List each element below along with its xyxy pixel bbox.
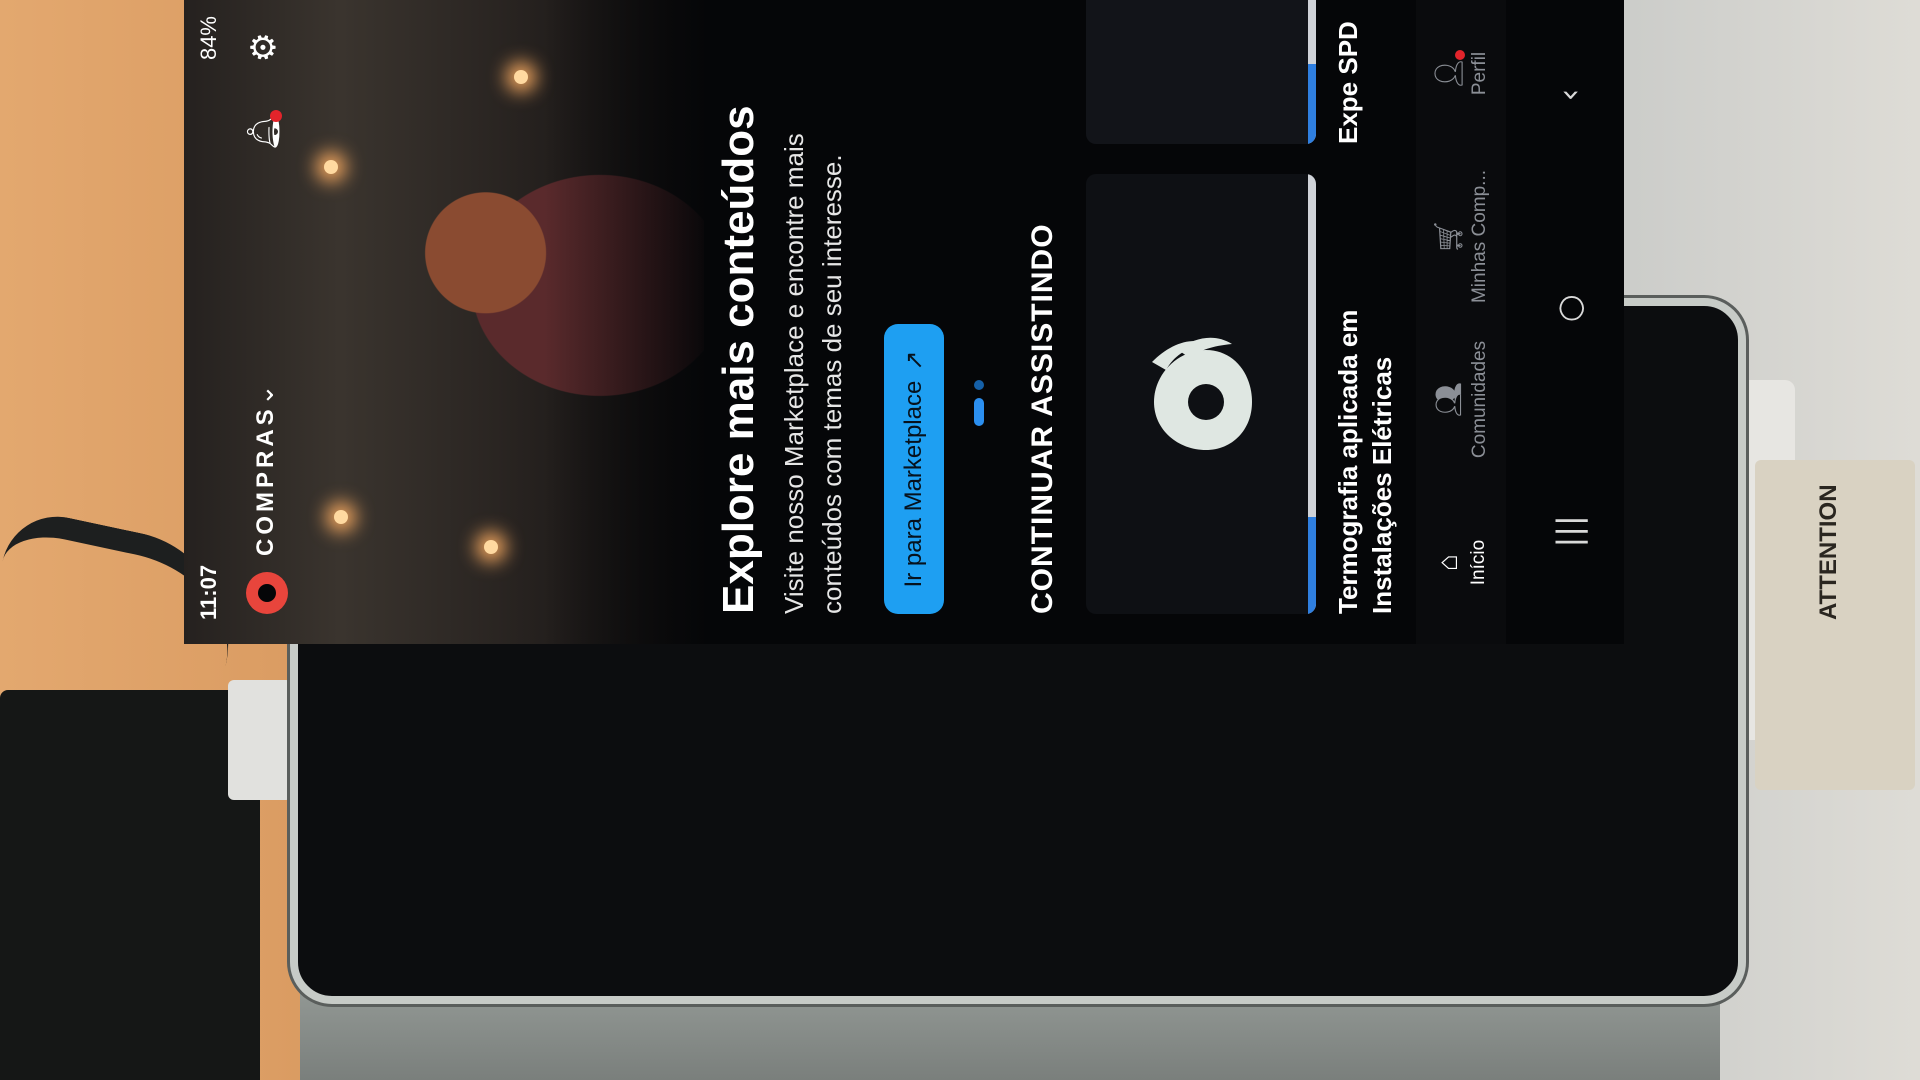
phone-holder-clamp — [228, 680, 292, 800]
nav-item-inicio[interactable]: ⌂ Início — [1432, 488, 1490, 638]
nav-item-label: Início — [1468, 539, 1489, 586]
hero-light — [484, 540, 498, 554]
background-camera — [0, 690, 260, 1080]
video-card[interactable] — [1086, 0, 1316, 144]
nav-item-minhas-compras[interactable]: 🛒︎ Minhas Comp... — [1432, 162, 1491, 312]
video-card[interactable] — [1086, 174, 1316, 614]
banner-description: Visite nosso Marketplace e encontre mais… — [779, 133, 847, 614]
home-circle-icon[interactable]: ○ — [1550, 294, 1588, 322]
profile-badge — [1454, 49, 1465, 60]
external-link-icon: ↗ — [900, 350, 928, 371]
hero-light — [334, 510, 348, 524]
nav-item-comunidades[interactable]: 👥︎ Comunidades — [1432, 325, 1491, 475]
nav-item-label: Comunidades — [1468, 340, 1490, 459]
video-title[interactable]: Expe SPD — [1332, 0, 1416, 144]
notification-dot — [270, 110, 282, 122]
status-bar: 11:07 84% — [184, 0, 234, 644]
phone-screen: 11:07 84% COMPRAS ⌄ 🔔︎ ⚙ Explore mais co… — [184, 0, 1624, 644]
profile-icon: 👤︎ — [1432, 49, 1465, 91]
video-progress-fill — [1308, 64, 1316, 144]
recents-icon[interactable]: ||| — [1550, 515, 1588, 547]
banner-title: Explore mais conteúdos — [714, 105, 763, 614]
pager-dot[interactable] — [974, 380, 984, 390]
cart-icon: 🛒︎ — [1432, 218, 1464, 255]
pager-dot[interactable] — [974, 398, 984, 426]
community-icon: 👥︎ — [1432, 381, 1464, 418]
video-title[interactable]: Termografia aplicada em Instalações Elét… — [1332, 174, 1416, 614]
marketplace-button[interactable]: Ir para Marketplace ↗ — [884, 324, 944, 614]
nav-item-label: Minhas Comp... — [1468, 169, 1490, 304]
nav-item-label: Perfil — [1468, 51, 1490, 96]
brand-logo-icon[interactable] — [246, 572, 288, 614]
course-logo-icon — [1152, 337, 1252, 450]
nav-item-perfil[interactable]: 👤︎ Perfil — [1432, 0, 1491, 149]
system-navigation-bar: ||| ○ ‹ — [1524, 0, 1614, 644]
status-time: 11:07 — [196, 564, 221, 620]
hero-light — [514, 70, 528, 84]
status-battery: 84% — [196, 16, 221, 61]
warning-label-text: ATTENTION — [1815, 484, 1842, 620]
video-progress-bar — [1308, 0, 1316, 144]
back-icon[interactable]: ‹ — [1550, 89, 1588, 102]
chevron-down-icon[interactable]: ⌄ — [250, 384, 280, 406]
app-top-bar: COMPRAS ⌄ 🔔︎ ⚙ — [234, 0, 304, 644]
brand-section-label[interactable]: COMPRAS — [252, 405, 280, 556]
hero-light — [324, 160, 338, 174]
hero-fade — [544, 0, 714, 644]
bottom-navigation: ⌂ Início 👥︎ Comunidades 🛒︎ Minhas Comp..… — [1416, 0, 1506, 644]
settings-icon[interactable]: ⚙ — [244, 32, 284, 62]
banner-pager — [974, 380, 984, 426]
video-progress-fill — [1308, 517, 1316, 614]
background-warning-label: ATTENTION — [1755, 460, 1915, 790]
marketplace-button-label: Ir para Marketplace — [900, 380, 927, 588]
bell-icon[interactable]: 🔔︎ — [244, 110, 284, 152]
home-icon: ⌂ — [1432, 554, 1463, 571]
continue-watching-title: CONTINUAR ASSISTINDO — [1026, 223, 1059, 614]
video-progress-bar — [1308, 174, 1316, 614]
